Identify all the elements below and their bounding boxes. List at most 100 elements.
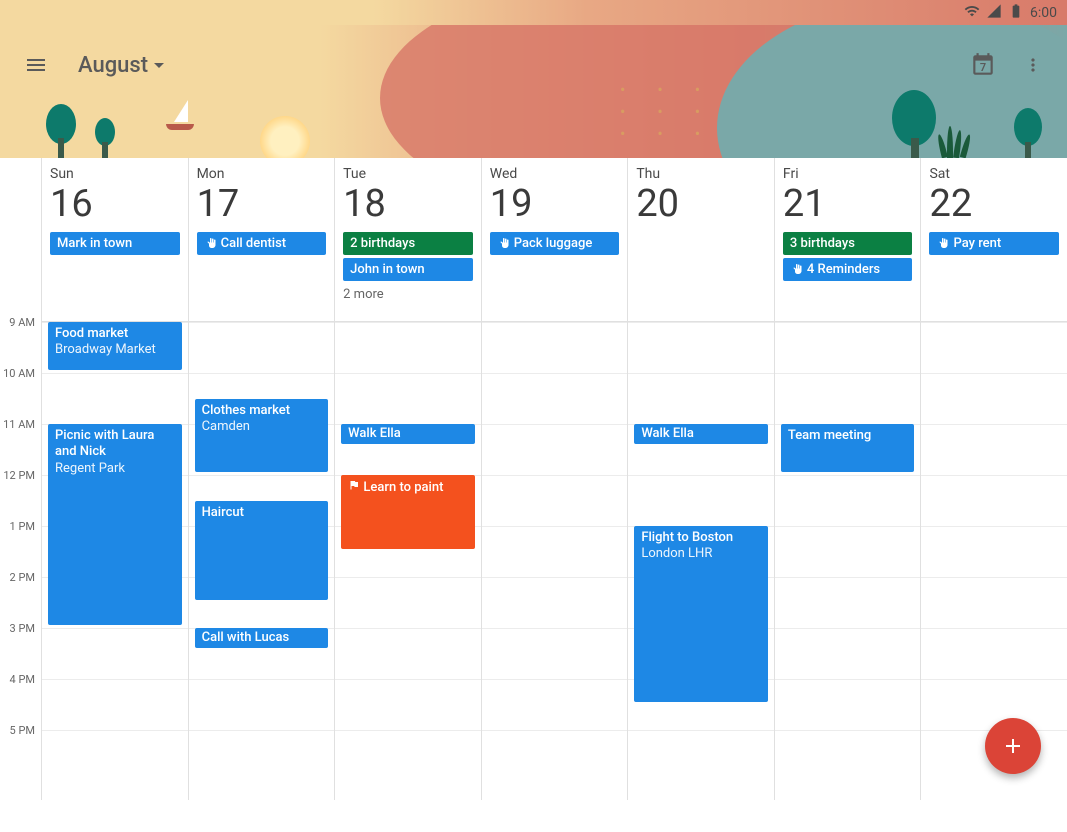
all-day-section: Tue 18 2 birthdays John in town 2 more bbox=[335, 158, 481, 322]
overflow-menu-button[interactable] bbox=[1013, 45, 1053, 85]
month-label: August bbox=[78, 53, 148, 78]
time-label: 1 PM bbox=[0, 520, 35, 533]
more-events-link[interactable]: 2 more bbox=[343, 284, 473, 305]
month-dropdown[interactable]: August bbox=[78, 53, 164, 78]
day-number: 18 bbox=[343, 184, 475, 226]
menu-button[interactable] bbox=[14, 43, 58, 87]
hour-grid[interactable]: Food marketBroadway Market Picnic with La… bbox=[42, 322, 188, 832]
all-day-section: Mon 17 Call dentist bbox=[189, 158, 335, 322]
event-title: Call with Lucas bbox=[202, 630, 290, 645]
event-title: Walk Ella bbox=[348, 426, 401, 441]
day-name: Mon bbox=[197, 166, 329, 182]
day-column[interactable]: Fri 21 3 birthdays 4 Reminders Team meeting bbox=[775, 158, 922, 800]
today-date: 7 bbox=[980, 61, 986, 74]
day-name: Sun bbox=[50, 166, 182, 182]
all-day-section: Fri 21 3 birthdays 4 Reminders bbox=[775, 158, 921, 322]
event-block[interactable]: Flight to BostonLondon LHR bbox=[634, 526, 768, 702]
event-location: Regent Park bbox=[55, 461, 125, 476]
all-day-event-chip[interactable]: Mark in town bbox=[50, 232, 180, 255]
all-day-section: Sat 22 Pay rent bbox=[921, 158, 1067, 322]
hour-grid[interactable] bbox=[482, 322, 628, 832]
day-number: 19 bbox=[490, 184, 622, 226]
day-column[interactable]: Sun 16 Mark in town Food marketBroadway Mar… bbox=[42, 158, 189, 800]
event-block[interactable]: Walk Ella bbox=[634, 424, 768, 444]
event-block[interactable]: Learn to paint bbox=[341, 475, 475, 549]
chip-label: 4 Reminders bbox=[807, 262, 880, 277]
event-location: London LHR bbox=[641, 546, 712, 561]
event-block[interactable]: Picnic with Laura and Nick Regent Park bbox=[48, 424, 182, 625]
time-label: 5 PM bbox=[0, 724, 35, 737]
day-column[interactable]: Sat 22 Pay rent bbox=[921, 158, 1067, 800]
day-number: 20 bbox=[636, 184, 768, 226]
time-label: 9 AM bbox=[0, 316, 35, 329]
time-label: 10 AM bbox=[0, 367, 35, 380]
event-block[interactable]: Walk Ella bbox=[341, 424, 475, 444]
today-button[interactable]: 7 bbox=[963, 45, 1003, 85]
day-name: Fri bbox=[783, 166, 915, 182]
plus-icon bbox=[1001, 734, 1025, 758]
event-title: Learn to paint bbox=[363, 480, 443, 495]
time-axis: 9 AM10 AM11 AM12 PM1 PM2 PM3 PM4 PM5 PM bbox=[0, 158, 42, 800]
status-bar: 6:00 bbox=[0, 0, 1067, 25]
event-title: Haircut bbox=[202, 505, 244, 520]
all-day-event-chip[interactable]: 2 birthdays bbox=[343, 232, 473, 255]
all-day-section: Wed 19 Pack luggage bbox=[482, 158, 628, 322]
all-day-section: Sun 16 Mark in town bbox=[42, 158, 188, 322]
more-vert-icon bbox=[1023, 55, 1043, 75]
time-label: 11 AM bbox=[0, 418, 35, 431]
chip-label: John in town bbox=[350, 262, 425, 277]
chip-label: Mark in town bbox=[57, 236, 132, 251]
event-title: Food market bbox=[55, 326, 128, 341]
event-title: Walk Ella bbox=[641, 426, 694, 441]
time-label: 2 PM bbox=[0, 571, 35, 584]
event-block[interactable]: Team meeting bbox=[781, 424, 915, 472]
day-number: 17 bbox=[197, 184, 329, 226]
app-header: • • •• • •• • • August 7 bbox=[0, 25, 1067, 158]
day-name: Thu bbox=[636, 166, 768, 182]
chevron-down-icon bbox=[154, 63, 164, 68]
time-label: 12 PM bbox=[0, 469, 35, 482]
hour-grid[interactable]: Clothes marketCamden Haircut Call with Luc… bbox=[189, 322, 335, 832]
event-title: Clothes market bbox=[202, 403, 291, 418]
day-column[interactable]: Mon 17 Call dentist Clothes marketCamden Hai… bbox=[189, 158, 336, 800]
battery-icon bbox=[1008, 3, 1024, 23]
all-day-event-chip[interactable]: John in town bbox=[343, 258, 473, 281]
all-day-event-chip[interactable]: Pay rent bbox=[929, 232, 1059, 255]
hour-grid[interactable]: Walk Ella Flight to BostonLondon LHR bbox=[628, 322, 774, 832]
create-button[interactable] bbox=[985, 718, 1041, 774]
day-column[interactable]: Thu 20 Walk Ella Flight to BostonLondon LHR bbox=[628, 158, 775, 800]
all-day-event-chip[interactable]: Pack luggage bbox=[490, 232, 620, 255]
day-name: Tue bbox=[343, 166, 475, 182]
hour-grid[interactable]: Walk Ella Learn to paint bbox=[335, 322, 481, 832]
day-number: 16 bbox=[50, 184, 182, 226]
event-title: Picnic with Laura and Nick bbox=[55, 428, 154, 459]
day-name: Wed bbox=[490, 166, 622, 182]
time-label: 4 PM bbox=[0, 673, 35, 686]
chip-label: Pack luggage bbox=[514, 236, 593, 251]
day-name: Sat bbox=[929, 166, 1061, 182]
clock-time: 6:00 bbox=[1030, 5, 1057, 21]
day-number: 22 bbox=[929, 184, 1061, 226]
event-block[interactable]: Call with Lucas bbox=[195, 628, 329, 648]
chip-label: Pay rent bbox=[953, 236, 1001, 251]
event-location: Camden bbox=[202, 419, 250, 434]
chip-label: 2 birthdays bbox=[350, 236, 415, 251]
event-block[interactable]: Food marketBroadway Market bbox=[48, 322, 182, 370]
event-block[interactable]: Haircut bbox=[195, 501, 329, 600]
all-day-event-chip[interactable]: Call dentist bbox=[197, 232, 327, 255]
day-column[interactable]: Wed 19 Pack luggage bbox=[482, 158, 629, 800]
all-day-section: Thu 20 bbox=[628, 158, 774, 322]
hour-grid[interactable]: Team meeting bbox=[775, 322, 921, 832]
event-block[interactable]: Clothes marketCamden bbox=[195, 399, 329, 473]
day-column[interactable]: Tue 18 2 birthdays John in town 2 more Walk E… bbox=[335, 158, 482, 800]
day-columns[interactable]: Sun 16 Mark in town Food marketBroadway Mar… bbox=[42, 158, 1067, 800]
event-location: Broadway Market bbox=[55, 342, 156, 357]
day-number: 21 bbox=[783, 184, 915, 226]
calendar-grid: 9 AM10 AM11 AM12 PM1 PM2 PM3 PM4 PM5 PM … bbox=[0, 158, 1067, 800]
hamburger-icon bbox=[24, 53, 48, 77]
all-day-event-chip[interactable]: 3 birthdays bbox=[783, 232, 913, 255]
chip-label: Call dentist bbox=[221, 236, 287, 251]
event-title: Team meeting bbox=[788, 428, 871, 443]
cell-signal-icon bbox=[986, 3, 1002, 23]
all-day-event-chip[interactable]: 4 Reminders bbox=[783, 258, 913, 281]
